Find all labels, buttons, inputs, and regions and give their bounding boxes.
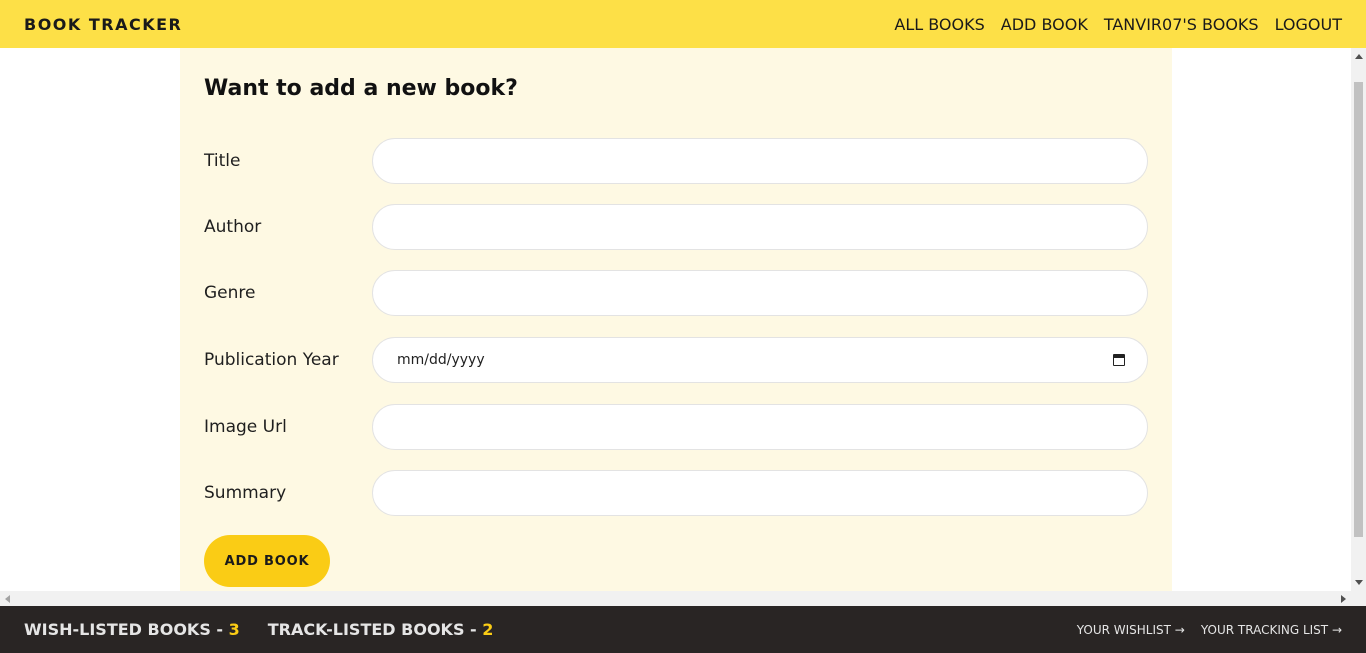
genre-label: Genre [204,283,256,303]
tracklisted-count: 2 [482,620,494,639]
footer-bar: WISH-LISTED BOOKS - 3 TRACK-LISTED BOOKS… [0,606,1366,653]
scroll-right-arrow-icon[interactable] [1341,595,1346,603]
nav-logout[interactable]: LOGOUT [1275,15,1342,34]
nav-add-book[interactable]: ADD BOOK [1001,15,1088,34]
image-url-input[interactable] [372,404,1148,450]
tracklisted-label: TRACK-LISTED BOOKS - [267,620,483,639]
wishlisted-stat: WISH-LISTED BOOKS - 3 [24,620,240,639]
add-book-button[interactable]: ADD BOOK [204,535,330,587]
title-label: Title [204,151,241,171]
wishlisted-label: WISH-LISTED BOOKS - [24,620,229,639]
tracklisted-stat: TRACK-LISTED BOOKS - 2 [268,620,494,639]
author-row: Author [204,204,1148,250]
genre-input[interactable] [372,270,1148,316]
horizontal-scrollbar[interactable] [0,591,1366,606]
publication-year-row: Publication Year mm/dd/yyyy [204,337,1148,383]
calendar-icon[interactable] [1113,354,1125,366]
vertical-scrollbar[interactable] [1351,48,1366,591]
author-label: Author [204,217,262,237]
main-nav: ALL BOOKS ADD BOOK TANVIR07'S BOOKS LOGO… [894,15,1342,34]
author-input[interactable] [372,204,1148,250]
wishlisted-count: 3 [228,620,240,639]
form-title: Want to add a new book? [204,76,518,101]
nav-my-books[interactable]: TANVIR07'S BOOKS [1104,15,1259,34]
top-navbar: BOOK TRACKER ALL BOOKS ADD BOOK TANVIR07… [0,0,1366,48]
wishlist-link[interactable]: YOUR WISHLIST → [1077,623,1185,637]
scroll-thumb[interactable] [1354,82,1363,537]
summary-label: Summary [204,483,287,503]
image-url-label: Image Url [204,417,287,437]
footer-links: YOUR WISHLIST → YOUR TRACKING LIST → [1077,623,1342,637]
date-placeholder: mm/dd/yyyy [397,352,485,368]
image-url-row: Image Url [204,404,1148,450]
publication-year-input[interactable]: mm/dd/yyyy [372,337,1148,383]
brand-logo[interactable]: BOOK TRACKER [24,15,182,34]
title-input[interactable] [372,138,1148,184]
scroll-left-arrow-icon[interactable] [5,595,10,603]
main-content: Want to add a new book? Title Author Gen… [0,48,1366,606]
book-stats: WISH-LISTED BOOKS - 3 TRACK-LISTED BOOKS… [24,620,493,639]
tracking-list-link[interactable]: YOUR TRACKING LIST → [1201,623,1342,637]
nav-all-books[interactable]: ALL BOOKS [894,15,984,34]
summary-row: Summary [204,470,1148,516]
scroll-down-arrow-icon[interactable] [1355,580,1363,585]
scroll-up-arrow-icon[interactable] [1355,54,1363,59]
genre-row: Genre [204,270,1148,316]
add-book-form: Want to add a new book? Title Author Gen… [180,48,1172,593]
publication-year-label: Publication Year [204,350,339,370]
title-row: Title [204,138,1148,184]
summary-input[interactable] [372,470,1148,516]
